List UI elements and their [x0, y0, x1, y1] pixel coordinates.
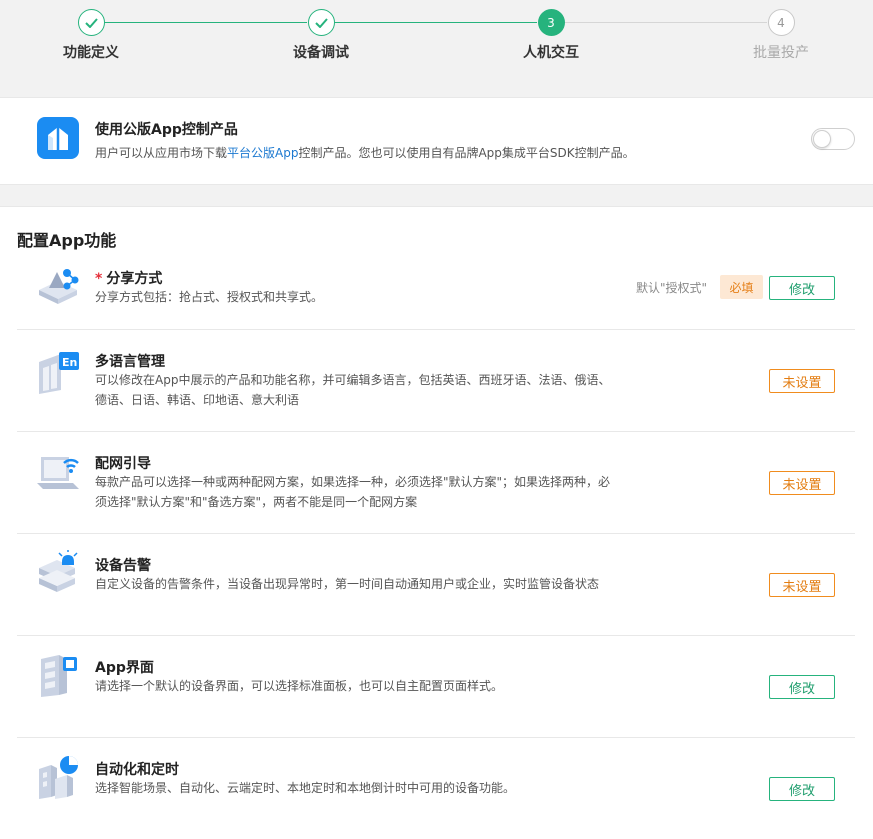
item-title: 配网引导 — [95, 456, 151, 472]
toggle-knob — [813, 130, 831, 148]
public-app-description: 用户可以从应用市场下载平台公版App控制产品。您也可以使用自有品牌App集成平台… — [95, 144, 635, 161]
item-title: App界面 — [95, 660, 154, 676]
required-badge: 必填 — [720, 275, 763, 299]
not-set-button[interactable]: 未设置 — [769, 573, 835, 597]
automation-icon — [35, 755, 81, 801]
item-description: 选择智能场景、自动化、云端定时、本地定时和本地倒计时中可用的设备功能。 — [95, 781, 516, 795]
required-mark: * — [95, 271, 103, 287]
step-hmi[interactable]: 3 人机交互 — [491, 9, 611, 62]
share-icon — [35, 264, 81, 310]
item-title: 多语言管理 — [95, 354, 165, 370]
public-app-link[interactable]: 平台公版App — [227, 146, 298, 160]
edit-button[interactable]: 修改 — [769, 276, 835, 300]
config-item-network-guide: 配网引导 每款产品可以选择一种或两种配网方案，如果选择一种，必须选择"默认方案"… — [17, 432, 855, 534]
item-description: 可以修改在App中展示的产品和功能名称，并可编辑多语言，包括英语、西班牙语、法语… — [95, 373, 611, 407]
item-title: 设备告警 — [95, 558, 151, 574]
section-title: 配置App功能 — [17, 231, 117, 250]
edit-button[interactable]: 修改 — [769, 777, 835, 801]
public-app-toggle[interactable] — [811, 128, 855, 150]
house-app-icon — [37, 117, 79, 159]
item-description: 自定义设备的告警条件，当设备出现异常时，第一时间自动通知用户或企业，实时监管设备… — [95, 577, 600, 591]
config-item-alarm: 设备告警 自定义设备的告警条件，当设备出现异常时，第一时间自动通知用户或企业，实… — [17, 534, 855, 636]
config-item-automation: 自动化和定时 选择智能场景、自动化、云端定时、本地定时和本地倒计时中可用的设备功… — [17, 738, 855, 839]
not-set-button[interactable]: 未设置 — [769, 369, 835, 393]
config-item-language: En 多语言管理 可以修改在App中展示的产品和功能名称，并可编辑多语言，包括英… — [17, 330, 855, 432]
step-label: 功能定义 — [63, 45, 119, 61]
wifi-laptop-icon — [35, 449, 81, 495]
config-app-section: 配置App功能 * 分享方式 分享方式包括：抢占式、授权式和共享式。 默认"授权式… — [0, 206, 873, 839]
step-function-definition[interactable]: 功能定义 — [31, 9, 151, 62]
step-number: 3 — [537, 9, 565, 36]
check-icon — [307, 9, 335, 36]
item-title: * 分享方式 — [95, 268, 162, 288]
default-value: 默认"授权式" — [636, 281, 708, 295]
progress-stepper: 功能定义 设备调试 3 人机交互 4 批量投产 — [0, 0, 873, 97]
config-item-app-ui: App界面 请选择一个默认的设备界面，可以选择标准面板，也可以自主配置页面样式。… — [17, 636, 855, 738]
step-device-debug[interactable]: 设备调试 — [261, 9, 381, 62]
public-app-card: 使用公版App控制产品 用户可以从应用市场下载平台公版App控制产品。您也可以使… — [0, 97, 873, 185]
step-label: 设备调试 — [293, 45, 349, 61]
not-set-button[interactable]: 未设置 — [769, 471, 835, 495]
config-item-share: * 分享方式 分享方式包括：抢占式、授权式和共享式。 默认"授权式" 必填 修改 — [17, 257, 855, 330]
svg-text:En: En — [62, 356, 77, 369]
step-mass-production[interactable]: 4 批量投产 — [721, 9, 841, 62]
item-description: 分享方式包括：抢占式、授权式和共享式。 — [95, 290, 324, 304]
language-icon: En — [35, 350, 81, 396]
step-label: 批量投产 — [753, 45, 809, 61]
step-number: 4 — [767, 9, 795, 36]
item-title: 自动化和定时 — [95, 762, 179, 778]
step-label: 人机交互 — [523, 45, 579, 61]
edit-button[interactable]: 修改 — [769, 675, 835, 699]
desc-text: 控制产品。您也可以使用自有品牌App集成平台SDK控制产品。 — [298, 146, 635, 160]
item-description: 请选择一个默认的设备界面，可以选择标准面板，也可以自主配置页面样式。 — [95, 679, 504, 693]
public-app-title: 使用公版App控制产品 — [95, 122, 238, 138]
desc-text: 用户可以从应用市场下载 — [95, 146, 228, 160]
check-icon — [77, 9, 105, 36]
item-title-text: 分享方式 — [106, 271, 163, 287]
item-description: 每款产品可以选择一种或两种配网方案，如果选择一种，必须选择"默认方案"；如果选择… — [95, 475, 611, 509]
app-panel-icon — [35, 653, 81, 699]
alarm-icon — [35, 550, 81, 596]
